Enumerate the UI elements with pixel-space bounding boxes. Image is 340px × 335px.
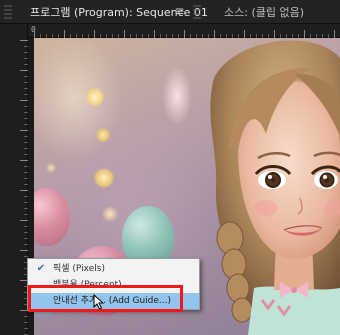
ruler-tick [64,30,65,38]
hamburger-menu-icon[interactable]: ≡ [173,5,186,18]
bokeh-light [94,168,114,188]
balloon-pink [34,188,70,246]
ruler-tick [24,136,28,137]
ruler-tick [20,70,28,71]
ruler-tick [24,58,28,59]
ruler-tick [124,30,125,38]
ruler-tick [20,40,28,41]
ruler-tick [24,178,28,179]
ruler-tick [24,166,28,167]
ruler-tick [214,30,215,38]
bokeh-light [86,88,104,106]
ruler-tick [24,148,28,149]
checkmark-icon: ✔ [36,263,46,274]
ruler-tick [24,94,28,95]
ruler-tick [24,184,28,185]
ruler-tick [24,64,28,65]
ruler-tick [24,208,28,209]
mouse-pointer-icon [93,294,104,310]
ruler-tick [94,30,95,38]
ruler-tick [24,52,28,53]
ruler-tick [244,30,245,38]
bokeh-light [96,128,110,142]
ruler-tick [24,82,28,83]
ruler-tick [24,232,28,233]
ruler-tick [154,30,155,38]
ruler-tick [20,130,28,131]
ruler-tick [24,214,28,215]
ruler-tick [24,226,28,227]
horizontal-ruler[interactable]: 0 [28,24,340,38]
ruler-tick [24,112,28,113]
ruler-tick [184,30,185,38]
ruler-tick [24,256,28,257]
ruler-tick [24,88,28,89]
ruler-tick [24,118,28,119]
ruler-tick [24,172,28,173]
vertical-ruler[interactable] [0,24,28,335]
ruler-tick [334,30,335,38]
ruler-tick [20,160,28,161]
ruler-tick [24,154,28,155]
ruler-tick [20,310,28,311]
ruler-tick [20,100,28,101]
panel-header: 프로그램 (Program): Sequence 01 ≡ 소스: (클립 없음… [0,0,340,24]
ruler-tick [274,30,275,38]
panel-grip-right[interactable] [193,5,201,19]
ruler-tick [20,250,28,251]
ruler-tick [24,316,28,317]
ruler-tick [24,76,28,77]
ruler-tick [24,328,28,329]
ruler-tick [24,106,28,107]
ruler-tick [24,322,28,323]
menu-item-label: 픽셀 (Pixels) [53,264,105,274]
menu-item-pixels[interactable]: ✔ 픽셀 (Pixels) [28,261,199,277]
ruler-tick [24,46,28,47]
annotation-highlight-box [28,285,183,312]
ruler-tick [20,220,28,221]
ruler-tick [24,244,28,245]
panel-grip-left[interactable] [4,5,12,19]
ruler-tick [24,238,28,239]
bokeh-light [46,163,56,173]
source-monitor-tab[interactable]: 소스: (클립 없음) [224,4,304,20]
ruler-tick [24,142,28,143]
ruler-tick [24,196,28,197]
ruler-tick [20,190,28,191]
ruler-tick [24,124,28,125]
ruler-tick [34,30,35,38]
bokeh-light [102,206,118,222]
ruler-tick [304,30,305,38]
ruler-tick [24,202,28,203]
